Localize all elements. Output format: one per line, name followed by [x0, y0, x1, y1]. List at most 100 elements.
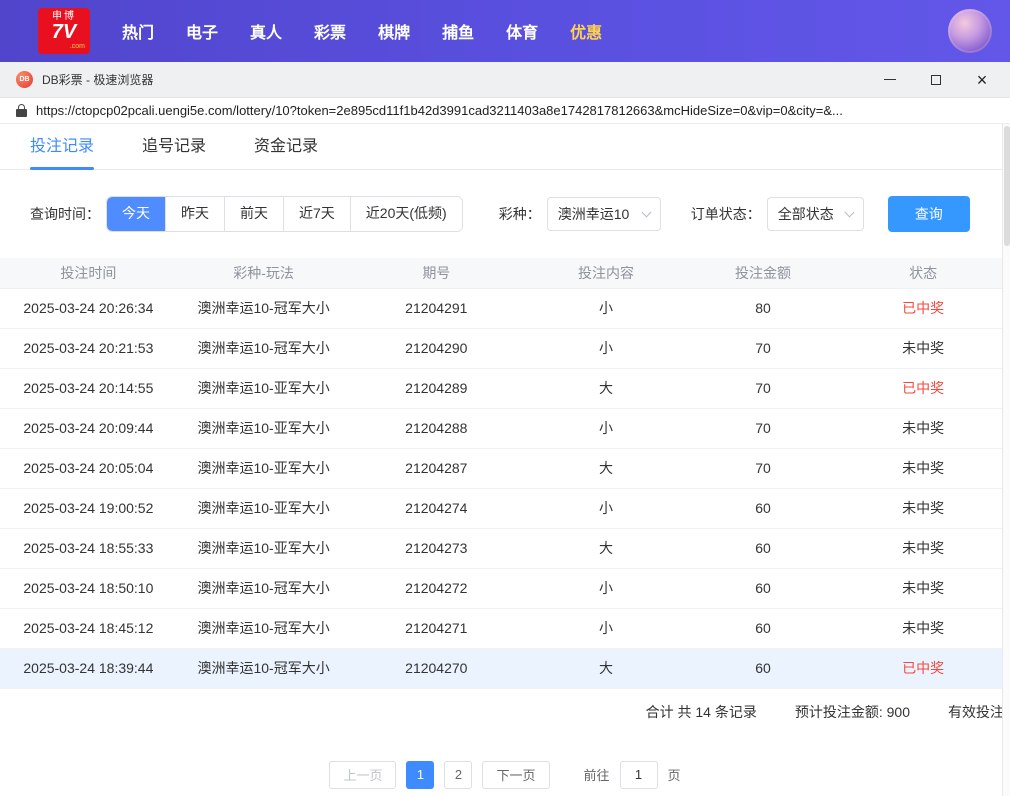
search-button[interactable]: 查询 [887, 196, 970, 232]
logo-suffix-text: .com [69, 43, 85, 51]
cell-bet-content: 小 [522, 488, 690, 529]
cell-issue-number: 21204273 [350, 528, 523, 569]
summary-bar: 合计 共 14 条记录 预计投注金额: 900 有效投注金额 [0, 689, 1010, 735]
minimize-icon [884, 79, 896, 80]
window-controls: × [882, 71, 994, 89]
cell-bet-content: 小 [522, 288, 690, 329]
nav-item-board-games[interactable]: 棋牌 [376, 13, 412, 49]
nav-item-fishing[interactable]: 捕鱼 [440, 13, 476, 49]
cell-bet-amount: 60 [689, 608, 837, 649]
cell-game-play: 澳洲幸运10-亚军大小 [176, 408, 351, 449]
prev-page-button[interactable]: 上一页 [329, 760, 397, 789]
table-row: 2025-03-24 18:50:10 澳洲幸运10-冠军大小 21204272 小 6… [0, 568, 1010, 609]
time-option-today[interactable]: 今天 [107, 197, 166, 231]
close-button[interactable]: × [974, 71, 990, 89]
summary-expected-amount: 预计投注金额: 900 [794, 703, 910, 720]
logo-main-text: 7V [51, 21, 77, 44]
cell-bet-content: 小 [522, 568, 690, 609]
goto-page-suffix: 页 [667, 768, 681, 783]
cell-bet-amount: 60 [689, 648, 837, 689]
table-row: 2025-03-24 18:39:44 澳洲幸运10-冠军大小 21204270 大 6… [0, 648, 1010, 689]
browser-urlbar[interactable]: https://ctopcp02pcali.uengi5e.com/lotter… [0, 98, 1010, 124]
cell-game-play: 澳洲幸运10-冠军大小 [176, 288, 351, 329]
table-row: 2025-03-24 20:14:55 澳洲幸运10-亚军大小 21204289 大 7… [0, 368, 1010, 409]
nav-item-promotions[interactable]: 优惠 [568, 13, 604, 49]
nav-item-electronic[interactable]: 电子 [184, 13, 220, 49]
tab-fund-records[interactable]: 资金记录 [254, 132, 318, 169]
cell-status: 未中奖 [836, 448, 1010, 489]
table-row: 2025-03-24 20:05:04 澳洲幸运10-亚军大小 21204287 大 7… [0, 448, 1010, 489]
cell-status: 未中奖 [836, 488, 1010, 529]
cell-issue-number: 21204271 [350, 608, 523, 649]
cell-bet-content: 大 [522, 528, 690, 569]
cell-issue-number: 21204272 [350, 568, 523, 609]
goto-page-label: 前往 [583, 768, 610, 783]
cell-issue-number: 21204289 [350, 368, 523, 409]
order-status-select[interactable]: 全部状态 [766, 197, 864, 231]
cell-status: 未中奖 [836, 608, 1010, 649]
user-avatar[interactable] [948, 9, 992, 53]
time-range-group: 今天 昨天 前天 近7天 近20天(低频) [106, 196, 463, 232]
summary-total-records: 合计 共 14 条记录 [645, 703, 757, 720]
time-option-yesterday[interactable]: 昨天 [166, 197, 225, 231]
cell-issue-number: 21204274 [350, 488, 523, 529]
lock-icon[interactable] [16, 104, 27, 117]
cell-bet-time: 2025-03-24 20:21:53 [0, 328, 177, 369]
cell-game-play: 澳洲幸运10-亚军大小 [176, 368, 351, 409]
page-content: 投注记录 追号记录 资金记录 查询时间： 今天 昨天 前天 近7天 近20天(低… [0, 124, 1010, 796]
cell-bet-time: 2025-03-24 20:05:04 [0, 448, 177, 489]
lottery-type-value: 澳洲幸运10 [557, 206, 630, 222]
maximize-icon [931, 74, 941, 85]
minimize-button[interactable] [882, 72, 898, 88]
cell-issue-number: 21204290 [350, 328, 523, 369]
cell-bet-time: 2025-03-24 20:09:44 [0, 408, 177, 449]
browser-favicon-icon: DB [16, 71, 33, 88]
goto-page-input[interactable] [619, 760, 658, 789]
nav-item-live[interactable]: 真人 [248, 13, 284, 49]
cell-issue-number: 21204288 [350, 408, 523, 449]
screen: 申博 7V .com 热门 电子 真人 彩票 棋牌 捕鱼 体育 优惠 DB DB… [0, 0, 1010, 796]
cell-bet-amount: 60 [689, 568, 837, 609]
cell-bet-amount: 80 [689, 288, 837, 329]
cell-bet-amount: 60 [689, 488, 837, 529]
cell-game-play: 澳洲幸运10-冠军大小 [176, 608, 351, 649]
cell-game-play: 澳洲幸运10-冠军大小 [176, 648, 351, 689]
header-bet-time: 投注时间 [0, 258, 177, 289]
nav-item-lottery[interactable]: 彩票 [312, 13, 348, 49]
tab-chase-records[interactable]: 追号记录 [142, 132, 206, 169]
bet-records-table: 投注时间 彩种-玩法 期号 投注内容 投注金额 状态 2025-03-24 20… [0, 258, 1010, 689]
vertical-scrollbar[interactable] [1002, 124, 1010, 796]
lottery-type-select[interactable]: 澳洲幸运10 [546, 197, 661, 231]
cell-status: 未中奖 [836, 568, 1010, 609]
cell-bet-time: 2025-03-24 20:26:34 [0, 288, 177, 329]
table-row: 2025-03-24 19:00:52 澳洲幸运10-亚军大小 21204274 小 6… [0, 488, 1010, 529]
header-bet-content: 投注内容 [522, 258, 690, 289]
cell-game-play: 澳洲幸运10-冠军大小 [176, 568, 351, 609]
lottery-type-label: 彩种： [498, 206, 541, 222]
time-option-day-before[interactable]: 前天 [225, 197, 284, 231]
url-text[interactable]: https://ctopcp02pcali.uengi5e.com/lotter… [36, 103, 843, 118]
cell-bet-time: 2025-03-24 18:39:44 [0, 648, 177, 689]
maximize-button[interactable] [928, 72, 944, 88]
table-row: 2025-03-24 18:45:12 澳洲幸运10-冠军大小 21204271 小 6… [0, 608, 1010, 649]
header-bet-amount: 投注金额 [689, 258, 837, 289]
site-logo[interactable]: 申博 7V .com [38, 8, 90, 54]
next-page-button[interactable]: 下一页 [482, 760, 550, 789]
time-option-7days[interactable]: 近7天 [284, 197, 351, 231]
nav-item-hot[interactable]: 热门 [120, 13, 156, 49]
page-number-2[interactable]: 2 [444, 760, 473, 789]
scrollbar-thumb[interactable] [1004, 126, 1010, 246]
time-option-20days[interactable]: 近20天(低频) [350, 197, 462, 231]
cell-issue-number: 21204270 [350, 648, 523, 689]
page-number-1[interactable]: 1 [406, 760, 435, 789]
table-row: 2025-03-24 20:26:34 澳洲幸运10-冠军大小 21204291 小 8… [0, 288, 1010, 329]
cell-bet-time: 2025-03-24 18:50:10 [0, 568, 177, 609]
filter-bar: 查询时间： 今天 昨天 前天 近7天 近20天(低频) 彩种： 澳洲幸运10 订… [0, 170, 1010, 232]
nav-item-sports[interactable]: 体育 [504, 13, 540, 49]
tab-bet-records[interactable]: 投注记录 [30, 132, 95, 170]
cell-bet-content: 小 [522, 328, 690, 369]
table-row: 2025-03-24 20:09:44 澳洲幸运10-亚军大小 21204288 小 7… [0, 408, 1010, 449]
browser-titlebar: DB DB彩票 - 极速浏览器 × [0, 62, 1010, 98]
cell-status: 未中奖 [836, 328, 1010, 369]
main-menu: 热门 电子 真人 彩票 棋牌 捕鱼 体育 优惠 [120, 13, 604, 49]
